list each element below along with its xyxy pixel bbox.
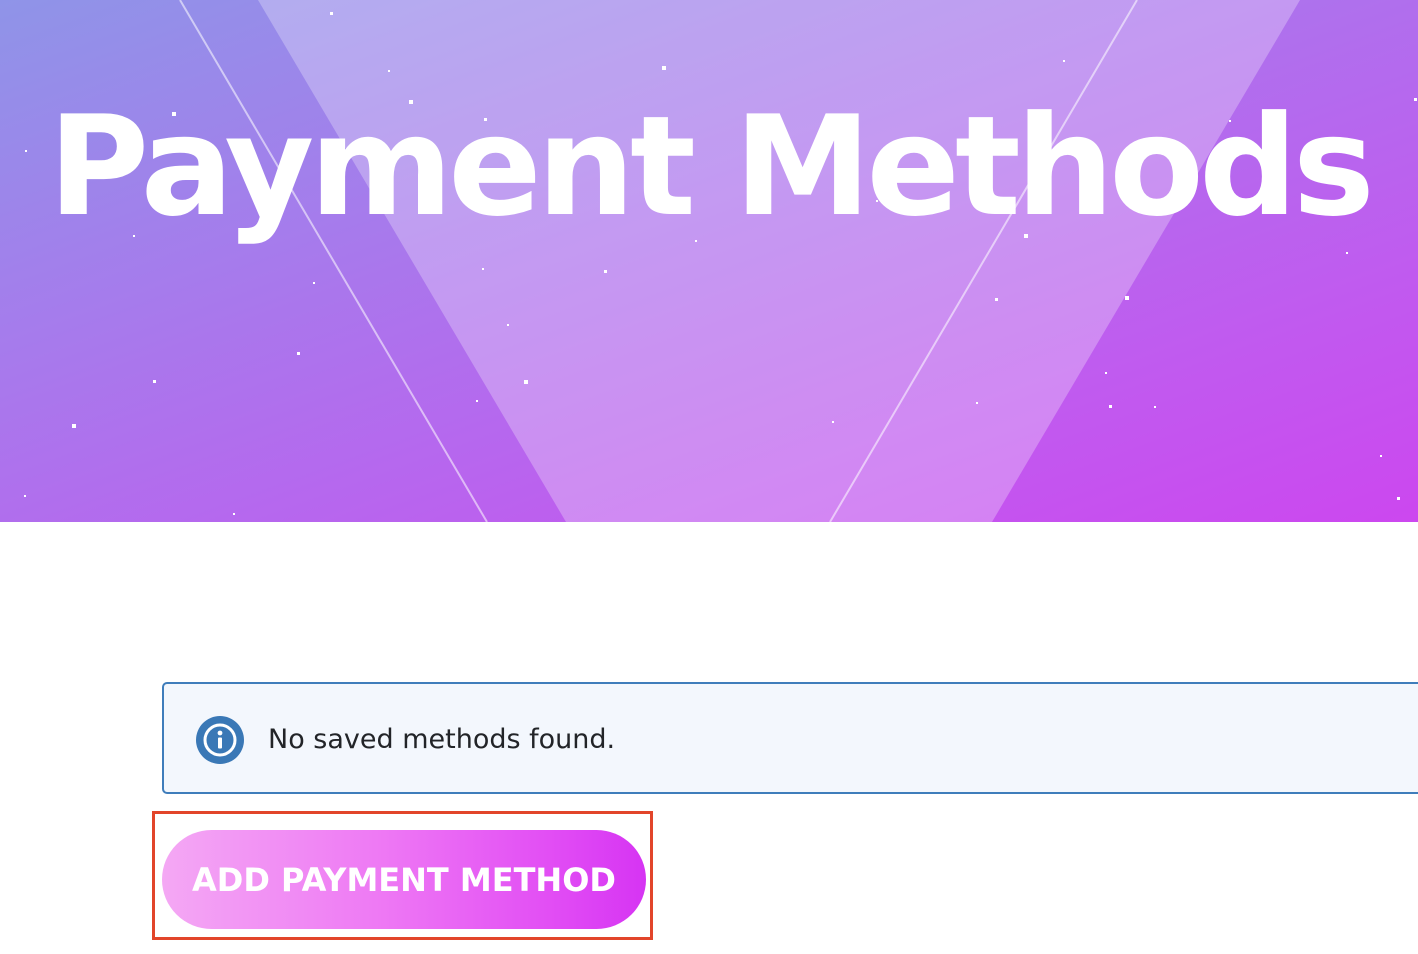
notice-message: No saved methods found. <box>268 724 616 755</box>
no-methods-notice: No saved methods found. <box>162 682 1418 794</box>
hero-background-shapes <box>24 0 1417 522</box>
info-icon <box>196 716 244 764</box>
hero-banner: Payment Methods <box>0 0 1418 522</box>
payment-methods-page: Payment Methods No saved methods found. … <box>0 0 1418 954</box>
page-title: Payment Methods <box>48 86 1375 247</box>
add-payment-method-button[interactable]: ADD PAYMENT METHOD <box>162 830 646 929</box>
